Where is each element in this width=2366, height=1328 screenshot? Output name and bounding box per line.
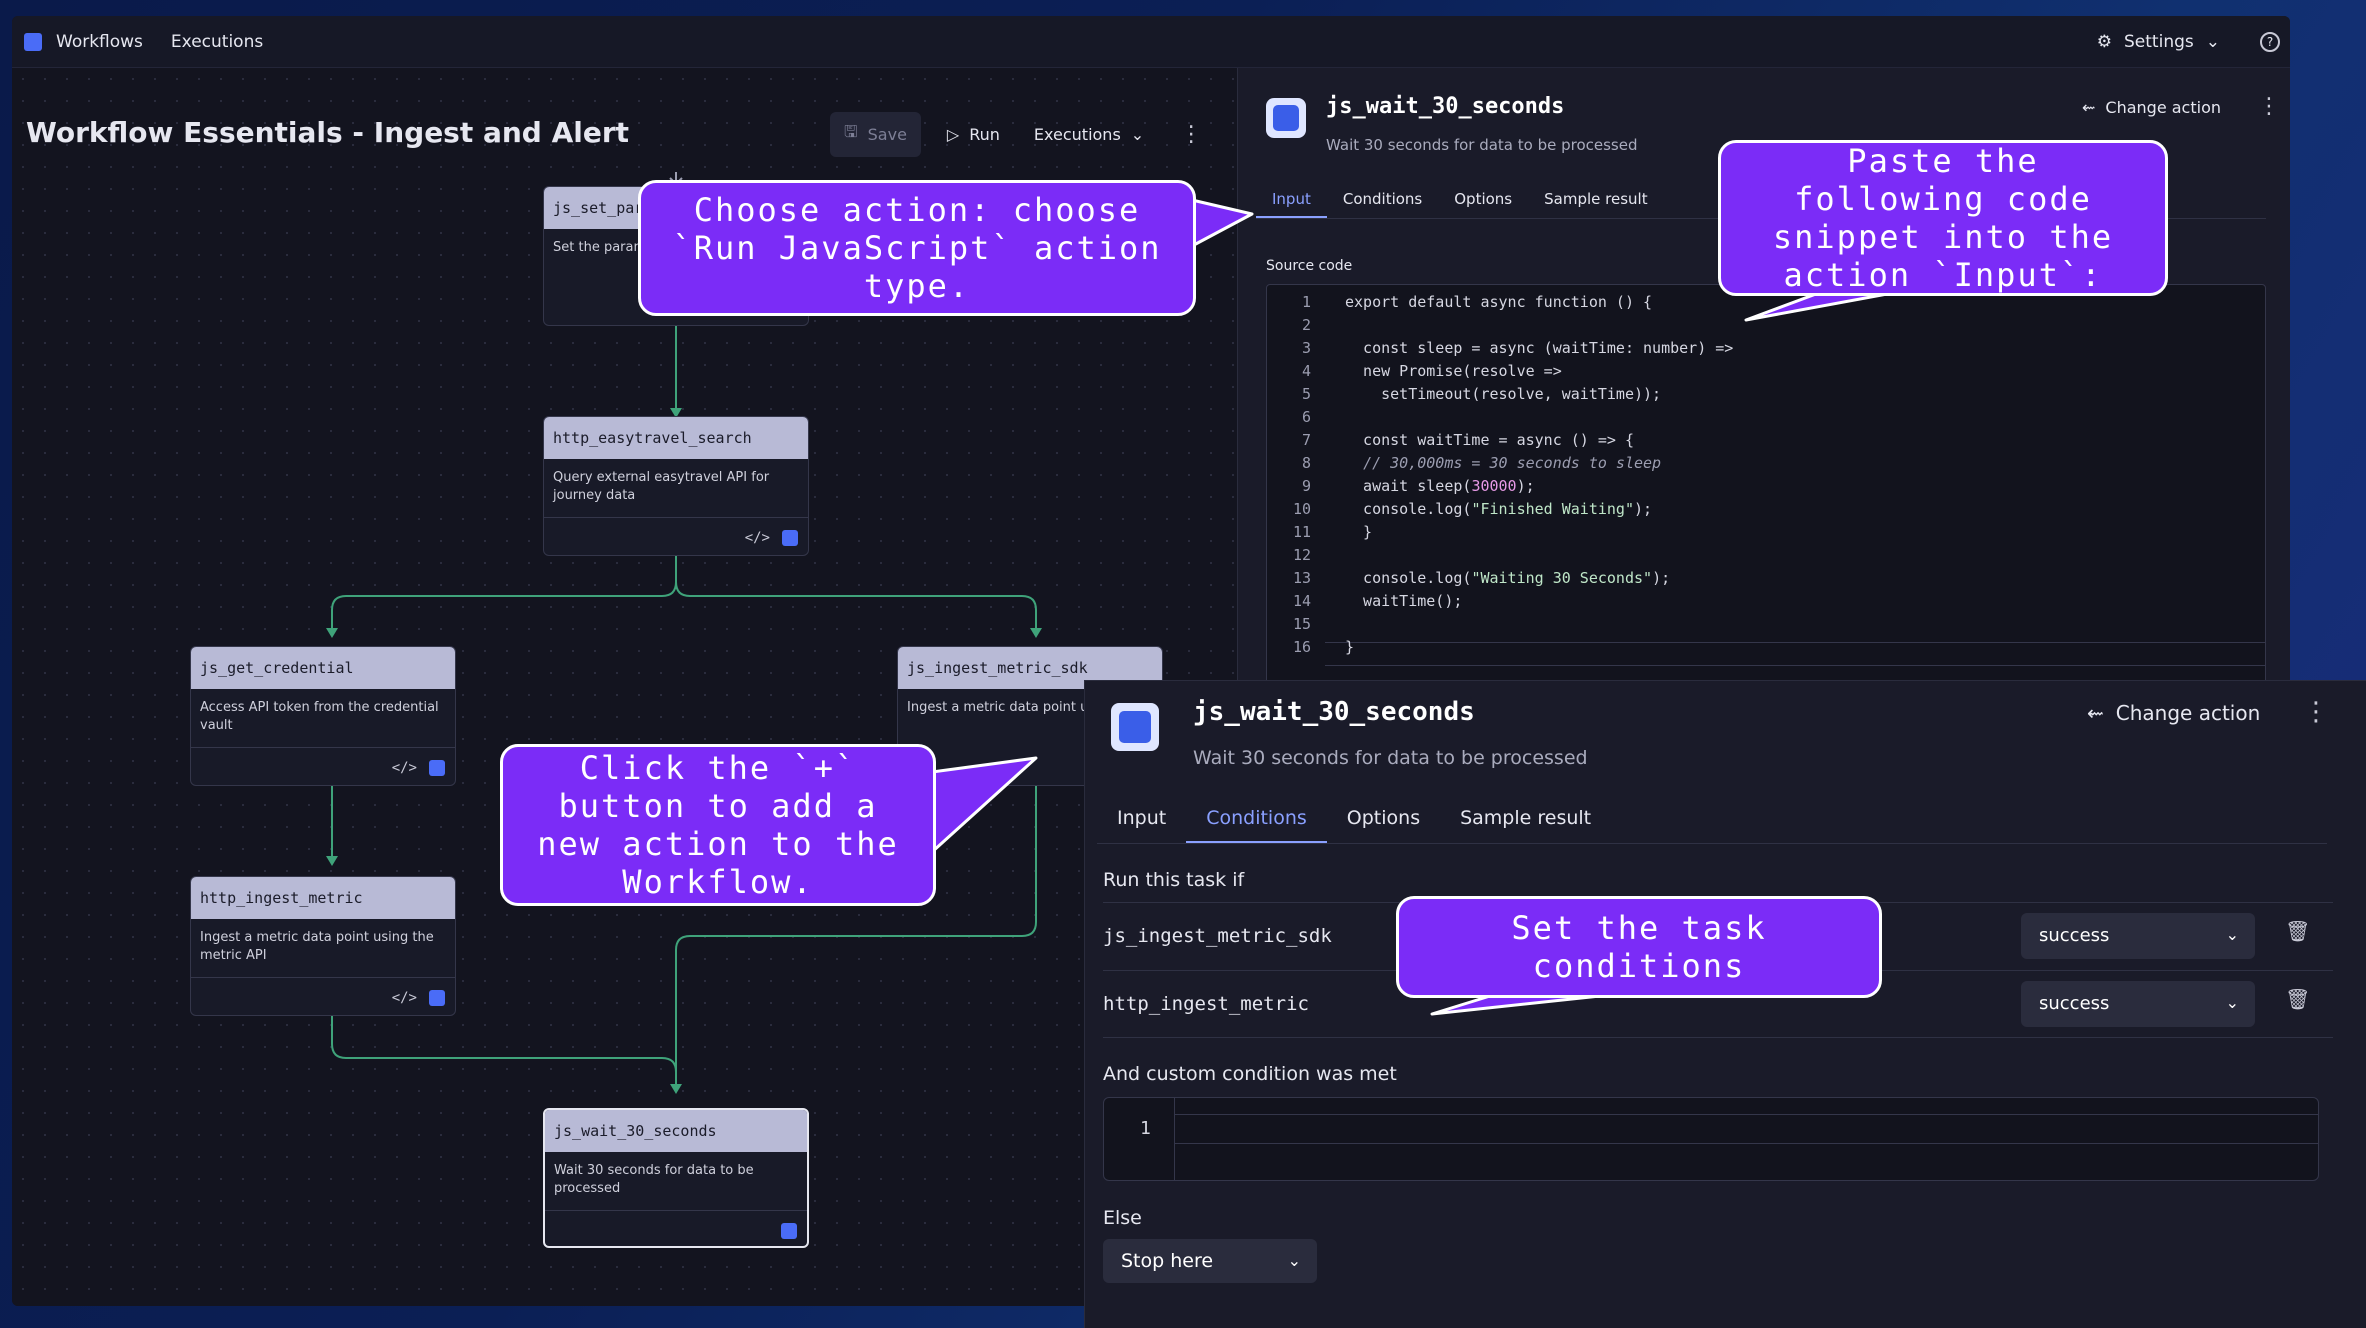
tail-set-conditions xyxy=(1430,994,1601,1016)
callout-click-plus: Click the `+` button to add a new action… xyxy=(500,744,936,906)
tail-click-plus xyxy=(930,756,1038,854)
callout-paste-snippet: Paste the following code snippet into th… xyxy=(1718,140,2168,296)
callout-choose-action: Choose action: choose `Run JavaScript` a… xyxy=(638,180,1196,316)
tail-choose-action xyxy=(1191,198,1254,248)
callout-set-conditions: Set the task conditions xyxy=(1396,896,1882,998)
